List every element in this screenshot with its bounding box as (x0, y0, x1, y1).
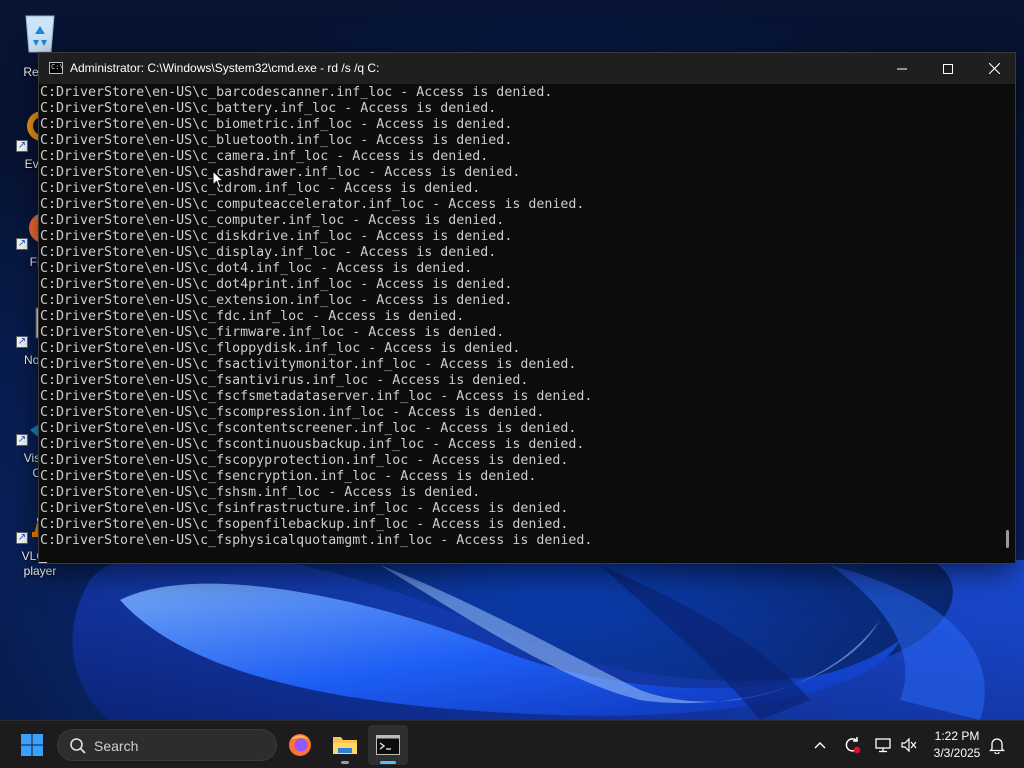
shortcut-arrow-icon: ↗ (16, 140, 28, 152)
scrollbar[interactable] (1001, 84, 1013, 563)
clock-date: 3/3/2025 (933, 746, 981, 760)
shortcut-arrow-icon: ↗ (16, 434, 28, 446)
console-output[interactable]: C:DriverStore\en-US\c_barcodescanner.inf… (39, 84, 1001, 563)
mouse-pointer-icon (212, 170, 224, 189)
start-button[interactable] (12, 725, 52, 765)
console-line: C:DriverStore\en-US\c_bluetooth.inf_loc … (40, 133, 513, 148)
cmd-window[interactable]: C:\ Administrator: C:\Windows\System32\c… (38, 52, 1016, 564)
console-line: C:DriverStore\en-US\c_dot4.inf_loc - Acc… (40, 261, 473, 276)
console-line: C:DriverStore\en-US\c_fshsm.inf_loc - Ac… (40, 485, 481, 500)
console-line: C:DriverStore\en-US\c_floppydisk.inf_loc… (40, 341, 521, 356)
notifications-button[interactable] (985, 733, 1009, 757)
console-line: C:DriverStore\en-US\c_display.inf_loc - … (40, 245, 497, 260)
taskbar-clock[interactable]: 1:22 PM 3/3/2025 (924, 728, 990, 762)
windows-logo-icon (21, 734, 43, 756)
console-line: C:DriverStore\en-US\c_diskdrive.inf_loc … (40, 229, 513, 244)
close-button[interactable] (971, 53, 1017, 84)
close-icon (988, 63, 1000, 74)
shortcut-arrow-icon: ↗ (16, 532, 28, 544)
minimize-icon (897, 68, 907, 69)
search-label: Search (94, 738, 139, 754)
console-line: C:DriverStore\en-US\c_cdrom.inf_loc - Ac… (40, 181, 481, 196)
search-icon (70, 738, 86, 754)
scrollbar-thumb[interactable] (1006, 530, 1009, 548)
title-bar[interactable]: C:\ Administrator: C:\Windows\System32\c… (39, 53, 1015, 84)
running-indicator (341, 761, 349, 764)
shortcut-arrow-icon: ↗ (16, 336, 28, 348)
console-line: C:DriverStore\en-US\c_fscompression.inf_… (40, 405, 545, 420)
console-line: C:DriverStore\en-US\c_fsencryption.inf_l… (40, 469, 537, 484)
update-tray-button[interactable] (840, 733, 864, 757)
console-line: C:DriverStore\en-US\c_biometric.inf_loc … (40, 117, 513, 132)
console-line: C:DriverStore\en-US\c_fsphysicalquotamgm… (40, 533, 593, 548)
network-icon (875, 738, 891, 753)
console-line: C:DriverStore\en-US\c_firmware.inf_loc -… (40, 325, 505, 340)
console-line: C:DriverStore\en-US\c_barcodescanner.inf… (40, 85, 553, 100)
taskbar-firefox[interactable] (280, 725, 320, 765)
console-line: C:DriverStore\en-US\c_fsantivirus.inf_lo… (40, 373, 529, 388)
minimize-button[interactable] (879, 53, 925, 84)
console-line: C:DriverStore\en-US\c_camera.inf_loc - A… (40, 149, 489, 164)
console-line: C:DriverStore\en-US\c_battery.inf_loc - … (40, 101, 497, 116)
active-indicator (380, 761, 396, 764)
volume-tray-button[interactable] (897, 733, 921, 757)
network-tray-button[interactable] (871, 733, 895, 757)
console-line: C:DriverStore\en-US\c_fscontinuousbackup… (40, 437, 585, 452)
desktop-icon-label-line2: player (23, 564, 57, 578)
console-line: C:DriverStore\en-US\c_computeaccelerator… (40, 197, 585, 212)
taskbar-file-explorer[interactable] (325, 725, 365, 765)
bell-icon (989, 738, 1005, 754)
console-line: C:DriverStore\en-US\c_fscopyprotection.i… (40, 453, 569, 468)
console-line: C:DriverStore\en-US\c_fscontentscreener.… (40, 421, 577, 436)
console-line: C:DriverStore\en-US\c_dot4print.inf_loc … (40, 277, 513, 292)
console-line: C:DriverStore\en-US\c_computer.inf_loc -… (40, 213, 505, 228)
file-explorer-icon (333, 737, 357, 754)
search-box[interactable]: Search (57, 729, 277, 761)
taskbar: Search 1:22 PM 3/3/2025 (0, 720, 1024, 768)
console-line: C:DriverStore\en-US\c_fsactivitymonitor.… (40, 357, 577, 372)
console-line: C:DriverStore\en-US\c_fscfsmetadataserve… (40, 389, 593, 404)
console-line: C:DriverStore\en-US\c_extension.inf_loc … (40, 293, 513, 308)
console-line: C:DriverStore\en-US\c_fsinfrastructure.i… (40, 501, 569, 516)
console-lines: C:DriverStore\en-US\c_barcodescanner.inf… (40, 85, 592, 549)
terminal-icon (376, 735, 400, 755)
show-hidden-icons-button[interactable] (808, 733, 832, 757)
console-line: C:DriverStore\en-US\c_cashdrawer.inf_loc… (40, 165, 521, 180)
console-line: C:DriverStore\en-US\c_fdc.inf_loc - Acce… (40, 309, 465, 324)
update-icon (845, 737, 861, 754)
firefox-icon (289, 734, 311, 756)
taskbar-terminal[interactable] (368, 725, 408, 765)
maximize-button[interactable] (925, 53, 971, 84)
cmd-icon: C:\ (49, 62, 64, 74)
window-title: Administrator: C:\Windows\System32\cmd.e… (70, 61, 380, 75)
volume-muted-icon (901, 737, 917, 753)
shortcut-arrow-icon: ↗ (16, 238, 28, 250)
maximize-icon (943, 63, 953, 74)
clock-time: 1:22 PM (934, 729, 980, 743)
console-line: C:DriverStore\en-US\c_fsopenfilebackup.i… (40, 517, 569, 532)
recycle-bin-icon (20, 10, 60, 54)
chevron-up-icon (814, 742, 826, 749)
text-cursor (39, 562, 47, 563)
